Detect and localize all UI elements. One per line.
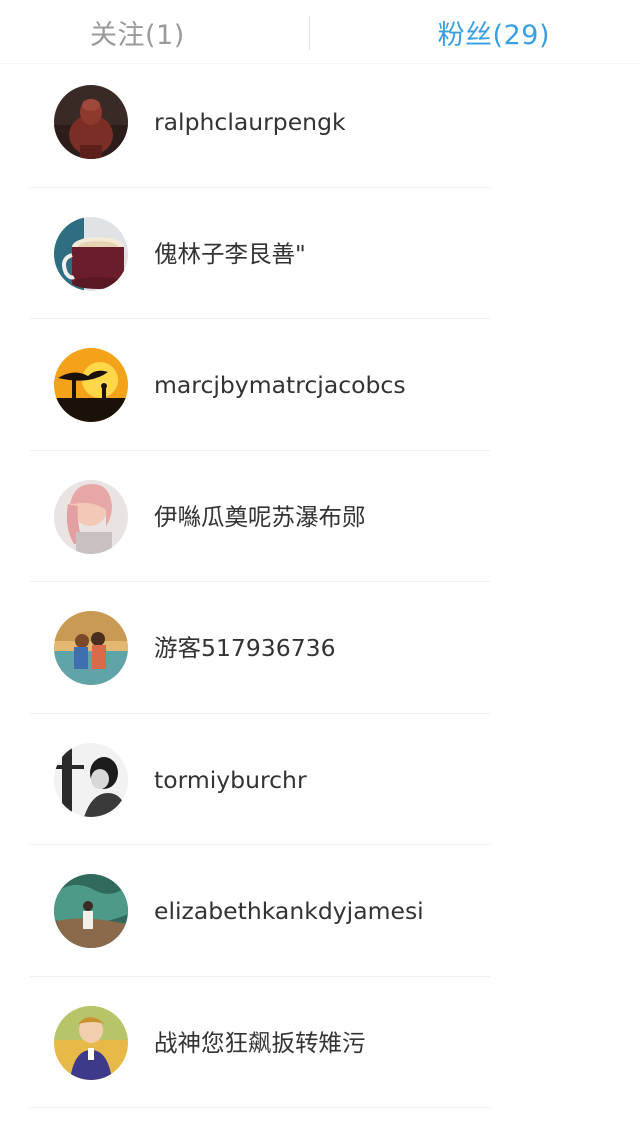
couple-avatar[interactable] (54, 611, 128, 685)
wave-avatar[interactable] (54, 874, 128, 948)
sunset-tree-avatar[interactable] (54, 348, 128, 422)
fan-list-item[interactable]: marcjbymatrcjacobcs (0, 319, 640, 451)
follow-tabs: 关注(1) 粉丝(29) (0, 0, 640, 64)
fan-name[interactable]: 战神您狂飙扳转雉污 (154, 977, 366, 1108)
tab-following[interactable]: 关注(1) (90, 0, 185, 64)
child-avatar[interactable] (54, 1005, 128, 1080)
girl-avatar[interactable] (54, 479, 128, 554)
tab-fans[interactable]: 粉丝(29) (438, 0, 550, 64)
fan-list-item[interactable]: elizabethkankdyjamesi (0, 845, 640, 977)
fan-list-item[interactable]: 傀林子李艮善" (0, 188, 640, 319)
fan-list-item[interactable]: 战神您狂飙扳转雉污 (0, 977, 640, 1108)
fan-list-item[interactable]: ralphclaurpengk (0, 56, 640, 188)
fan-list-item[interactable]: 伊噝瓜奠呢苏瀑布郧 (0, 451, 640, 582)
fan-name[interactable]: 傀林子李艮善" (154, 188, 306, 319)
fan-name[interactable]: 伊噝瓜奠呢苏瀑布郧 (154, 451, 366, 582)
fan-name[interactable]: elizabethkankdyjamesi (154, 845, 424, 976)
statue-avatar[interactable] (54, 85, 128, 159)
mug-avatar[interactable] (54, 216, 128, 291)
fan-list-item[interactable]: 游客517936736 (0, 582, 640, 714)
bw-portrait-avatar[interactable] (54, 742, 128, 817)
row-divider (30, 1107, 490, 1108)
fan-name[interactable]: marcjbymatrcjacobcs (154, 319, 406, 450)
fan-list-item[interactable]: tormiyburchr (0, 714, 640, 845)
fan-name[interactable]: 游客517936736 (154, 582, 336, 713)
fan-name[interactable]: tormiyburchr (154, 714, 307, 845)
fan-name[interactable]: ralphclaurpengk (154, 56, 346, 187)
tab-divider (309, 16, 310, 50)
fans-list: ralphclaurpengk 傀林子李艮善" marcjbymatrcjaco… (0, 56, 640, 1108)
